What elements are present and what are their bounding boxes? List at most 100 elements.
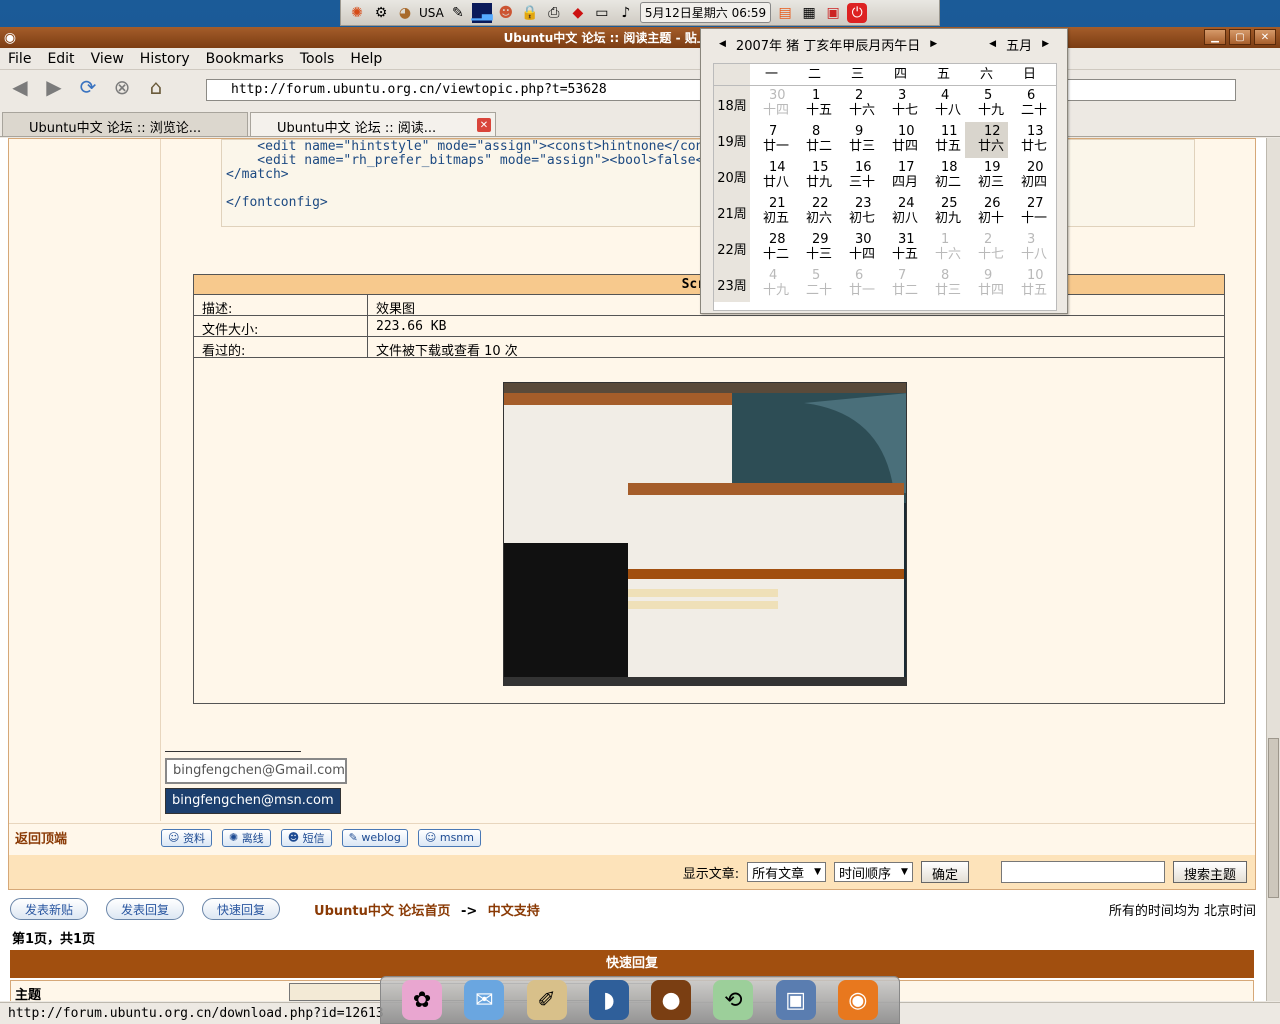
calendar-day[interactable]: 23 初七 — [836, 194, 879, 230]
prev-year-icon[interactable]: ◀ — [709, 39, 736, 49]
calendar-day[interactable]: 20 初四 — [1008, 158, 1051, 194]
calendar-day[interactable]: 16 三十 — [836, 158, 879, 194]
calendar-day[interactable]: 3 十八 — [1008, 230, 1051, 266]
menu-help[interactable]: Help — [350, 51, 382, 67]
calendar-day[interactable]: 3 十七 — [879, 86, 922, 122]
calendar-day[interactable]: 9 廿三 — [836, 122, 879, 158]
calendar-day[interactable]: 27 十一 — [1008, 194, 1051, 230]
tab-browse-forum[interactable]: Ubuntu中文 论坛 :: 浏览论... — [2, 112, 248, 136]
menu-edit[interactable]: Edit — [47, 51, 74, 67]
calendar-day[interactable]: 1 十六 — [922, 230, 965, 266]
dolphin-icon[interactable]: ◗ — [588, 980, 629, 1020]
calendar-day[interactable]: 15 廿九 — [793, 158, 836, 194]
calendar-day[interactable]: 25 初九 — [922, 194, 965, 230]
gmail-signature[interactable]: bingfengchen@Gmail.com — [165, 758, 347, 784]
scrollbar-thumb[interactable] — [1268, 738, 1279, 898]
calendar-day[interactable]: 8 廿二 — [793, 122, 836, 158]
gear-icon[interactable]: ⚙ — [371, 3, 391, 23]
calendar-day[interactable]: 30 十四 — [750, 86, 793, 122]
offline-button[interactable]: ✺ 离线 — [221, 828, 271, 847]
calendar-day[interactable]: 19 初三 — [965, 158, 1008, 194]
calendar-day[interactable]: 2 十七 — [965, 230, 1008, 266]
menu-tools[interactable]: Tools — [300, 51, 335, 67]
calendar-day[interactable]: 18 初二 — [922, 158, 965, 194]
lock-icon[interactable]: 🔒 — [520, 3, 540, 23]
calendar-day[interactable]: 5 二十 — [793, 266, 836, 302]
calendar-day[interactable]: 22 初六 — [793, 194, 836, 230]
calendar-day[interactable]: 28 十二 — [750, 230, 793, 266]
calendar-day[interactable]: 9 廿四 — [965, 266, 1008, 302]
calendar-day[interactable]: 11 廿五 — [922, 122, 965, 158]
user-icon[interactable]: ☻ — [496, 3, 516, 23]
trash-icon[interactable]: ▤ — [775, 3, 795, 23]
calendar-day[interactable]: 21 初五 — [750, 194, 793, 230]
next-month-icon[interactable]: ▶ — [1032, 39, 1059, 49]
panel-clock[interactable]: 5月12日星期六 06:59 — [639, 2, 772, 23]
profile-button[interactable]: ☺ 资料 — [161, 828, 212, 847]
display-icon[interactable]: ▭ — [592, 3, 612, 23]
screenshot-thumbnail[interactable] — [503, 382, 907, 686]
calendar-day[interactable]: 7 廿二 — [879, 266, 922, 302]
menu-history[interactable]: History — [140, 51, 190, 67]
calendar-day[interactable]: 10 廿五 — [1008, 266, 1051, 302]
breadcrumb-forum-index[interactable]: Ubuntu中文 论坛首页 — [314, 904, 450, 919]
screenshot-icon[interactable]: ▣ — [775, 980, 816, 1020]
chat-icon[interactable]: ✉ — [464, 980, 505, 1020]
coffee-bean-icon[interactable]: ● — [651, 980, 692, 1020]
prev-month-icon[interactable]: ◀ — [979, 39, 1006, 49]
calendar-day[interactable]: 13 廿七 — [1008, 122, 1051, 158]
new-post-button[interactable]: 发表新贴 — [10, 898, 89, 920]
menu-view[interactable]: View — [91, 51, 124, 67]
msn-signature[interactable]: bingfengchen@msn.com — [165, 788, 341, 814]
calendar-day[interactable]: 29 十三 — [793, 230, 836, 266]
calendar-day[interactable]: 7 廿一 — [750, 122, 793, 158]
calendar-day[interactable]: 10 廿四 — [879, 122, 922, 158]
tab-read-topic[interactable]: Ubuntu中文 论坛 :: 阅读... ✕ — [250, 112, 496, 136]
calendar-day[interactable]: 31 十五 — [879, 230, 922, 266]
stop-icon[interactable]: ⊗ — [108, 73, 136, 101]
calendar-day[interactable]: 17 四月 — [879, 158, 922, 194]
calendar-day[interactable]: 26 初十 — [965, 194, 1008, 230]
network-icon[interactable]: ⟲ — [713, 980, 754, 1020]
search-topic-button[interactable]: 搜索主题 — [1172, 861, 1247, 883]
forward-arrow-icon[interactable]: ▶ — [40, 73, 68, 101]
network-status-icon[interactable]: ▦ — [799, 3, 819, 23]
paint-icon[interactable]: ✐ — [526, 980, 567, 1020]
back-arrow-icon[interactable]: ◀ — [6, 73, 34, 101]
calendar-day[interactable]: 8 廿三 — [922, 266, 965, 302]
text-editor-icon[interactable]: ✎ — [448, 3, 468, 23]
minimize-button[interactable]: ▁ — [1204, 29, 1226, 45]
vertical-scrollbar[interactable] — [1266, 138, 1280, 1001]
keyboard-layout[interactable]: USA — [419, 6, 444, 20]
calendar-day[interactable]: 2 十六 — [836, 86, 879, 122]
next-year-icon[interactable]: ▶ — [920, 39, 947, 49]
home-icon[interactable]: ⌂ — [142, 73, 170, 101]
calendar-day[interactable]: 5 十九 — [965, 86, 1008, 122]
calendar-day[interactable]: 24 初八 — [879, 194, 922, 230]
system-monitor-icon[interactable]: ▁▃ — [471, 2, 493, 23]
reply-button[interactable]: 发表回复 — [106, 898, 185, 920]
calendar-day[interactable]: 6 廿一 — [836, 266, 879, 302]
calendar-day[interactable]: 14 廿八 — [750, 158, 793, 194]
reload-icon[interactable]: ⟳ — [74, 73, 102, 101]
confirm-button[interactable]: 确定 — [920, 861, 969, 883]
calendar-day[interactable]: 4 十九 — [750, 266, 793, 302]
calendar-day[interactable]: 4 十八 — [922, 86, 965, 122]
close-button[interactable]: ✕ — [1254, 29, 1276, 45]
back-to-top-link[interactable]: 返回顶端 — [9, 828, 161, 847]
weblog-button[interactable]: ✎ weblog — [341, 828, 408, 847]
volume-icon[interactable]: ♪ — [616, 3, 636, 23]
menu-bookmarks[interactable]: Bookmarks — [206, 51, 284, 67]
menu-file[interactable]: File — [8, 51, 31, 67]
search-input[interactable] — [1000, 861, 1165, 883]
maximize-button[interactable]: ▢ — [1229, 29, 1251, 45]
quick-reply-button[interactable]: 快速回复 — [202, 898, 281, 920]
pinwheel-icon[interactable]: ✿ — [402, 980, 443, 1020]
firefox-icon[interactable]: ◉ — [837, 980, 878, 1020]
calendar-day[interactable]: 30 十四 — [836, 230, 879, 266]
pm-button[interactable]: ☻ 短信 — [280, 828, 332, 847]
printer-icon[interactable]: ⎙ — [544, 3, 564, 23]
posts-select[interactable]: 所有文章 ▼ — [747, 862, 827, 882]
breadcrumb-section[interactable]: 中文支持 — [488, 904, 540, 919]
calendar-day-today[interactable]: 12 廿六 — [965, 122, 1008, 158]
